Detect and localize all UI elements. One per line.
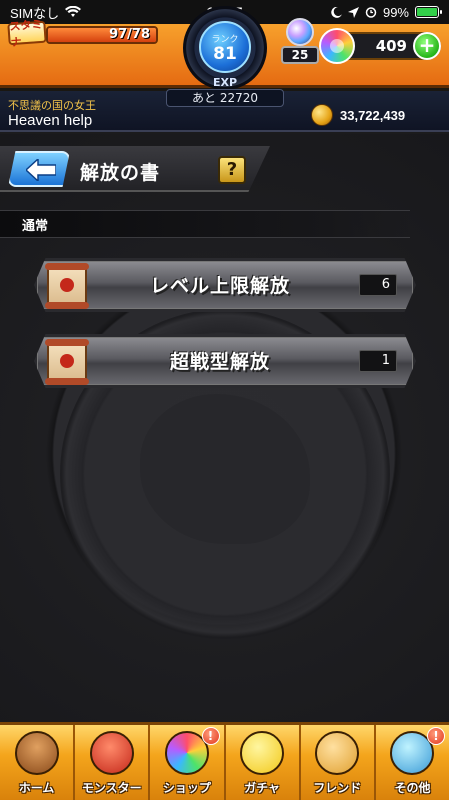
back-arrow-icon: [26, 159, 56, 181]
back-button[interactable]: [8, 151, 70, 187]
exp-remaining: あと 22720: [166, 89, 284, 107]
rank-value: 81: [213, 43, 237, 64]
wifi-icon: [65, 6, 82, 17]
nav-label: ホーム: [18, 781, 55, 795]
status-right: 99%: [331, 4, 442, 20]
nav-label: ガチャ: [244, 781, 281, 795]
stone-count: 409: [375, 37, 407, 55]
scroll-emblem: [60, 278, 74, 292]
nav-gacha[interactable]: ガチャ: [226, 725, 301, 800]
stamina-bar[interactable]: 97/78: [46, 26, 158, 44]
section-label: 通常: [22, 219, 49, 234]
item-count: 6: [359, 274, 397, 296]
coin-count: 33,722,439: [340, 108, 406, 123]
nav-label: その他: [394, 781, 431, 795]
alarm-icon: [365, 7, 377, 18]
other-alert-badge: !: [427, 727, 446, 745]
rank-label: ランク: [211, 34, 239, 45]
item-count: 1: [359, 350, 397, 372]
battery-percent: 99%: [382, 4, 409, 20]
list-item-super-battle-release[interactable]: 超戦型解放 1: [34, 334, 416, 388]
location-icon: [347, 6, 359, 18]
bottom-nav: ホーム モンスター ! ショップ ガチャ フレンド ! その他: [0, 722, 449, 800]
scroll-icon: [45, 339, 89, 385]
item-label: レベル上限解放: [149, 275, 290, 297]
stamina-value: 97/78: [109, 27, 150, 42]
orb-count: 25: [281, 46, 319, 64]
page-title: 解放の書: [80, 162, 161, 184]
battery-icon: [415, 6, 442, 18]
nav-label: フレンド: [313, 781, 362, 795]
section-header: [0, 210, 410, 238]
user-title: 不思議の国の女王: [8, 100, 96, 112]
battery-fill: [417, 8, 437, 16]
help-button[interactable]: ?: [218, 156, 246, 184]
add-stone-button[interactable]: +: [413, 32, 441, 60]
friend-icon: [315, 731, 360, 775]
nav-other[interactable]: ! その他: [376, 725, 449, 800]
stamina-label: スタミナ: [7, 18, 47, 49]
nav-friend[interactable]: フレンド: [301, 725, 376, 800]
home-icon: [14, 731, 59, 775]
orb-badge[interactable]: 25: [281, 18, 319, 70]
scroll-icon: [45, 263, 89, 309]
nav-label: モンスター: [81, 781, 142, 795]
user-name: Heaven help: [8, 112, 93, 129]
moon-icon: [331, 6, 342, 18]
orb-icon: [286, 18, 314, 46]
nav-label: ショップ: [162, 781, 211, 795]
list-item-level-cap-release[interactable]: レベル上限解放 6: [34, 258, 416, 312]
scroll-emblem: [60, 354, 74, 368]
nav-home[interactable]: ホーム: [0, 725, 76, 800]
shop-alert-badge: !: [201, 727, 220, 745]
rank-badge[interactable]: ランク 81: [199, 21, 251, 73]
exp-label: EXP: [212, 76, 238, 89]
coin-icon: [311, 104, 333, 126]
nav-shop[interactable]: ! ショップ: [150, 725, 226, 800]
rainbow-stone-icon: [319, 28, 355, 64]
monster-icon: [89, 731, 134, 775]
nav-monster[interactable]: モンスター: [75, 725, 151, 800]
gacha-icon: [240, 731, 285, 775]
item-label: 超戦型解放: [169, 351, 270, 373]
